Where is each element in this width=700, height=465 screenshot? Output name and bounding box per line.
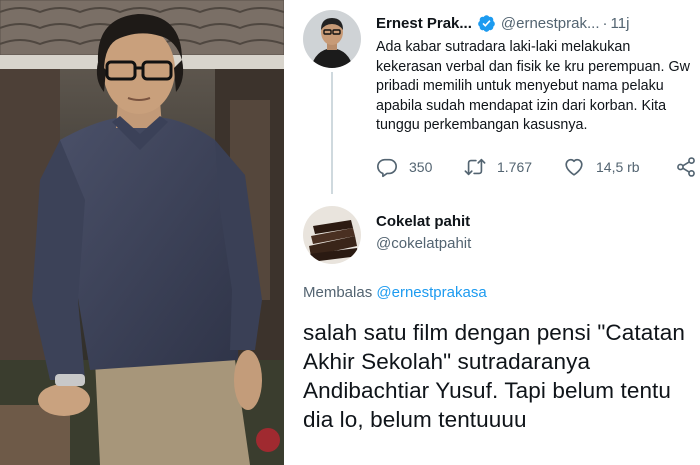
reply-author-name[interactable]: Cokelat pahit	[376, 213, 470, 230]
reply-text: salah satu film dengan pensi "Catatan Ak…	[303, 320, 685, 432]
reply-count: 350	[409, 159, 433, 175]
tweet-actions: 350 1.767 14,5 rb	[376, 155, 696, 179]
thread-connector-line	[331, 72, 333, 194]
reply-author-handle[interactable]: @cokelatpahit	[376, 235, 471, 252]
replying-prefix: Membalas	[303, 284, 373, 301]
man-portrait-photo	[0, 0, 284, 465]
replying-mention-link[interactable]: @ernestprakasa	[376, 284, 486, 301]
author-handle[interactable]: @ernestprak...	[501, 15, 600, 32]
author-name[interactable]: Ernest Prak...	[376, 15, 472, 32]
tweet-header: Ernest Prak... @ernestprak... · 11j	[376, 12, 696, 34]
cokelat-avatar[interactable]	[303, 206, 361, 264]
like-count: 14,5 rb	[596, 159, 640, 175]
share-icon	[677, 157, 695, 177]
tweet-text: Ada kabar sutradara laki-laki melakukan …	[376, 39, 690, 134]
like-button[interactable]: 14,5 rb	[563, 155, 640, 179]
tweet-time[interactable]: 11j	[611, 15, 630, 32]
share-button[interactable]	[675, 155, 697, 179]
retweet-icon	[464, 158, 486, 176]
ernest-avatar[interactable]	[303, 10, 361, 68]
reply-button[interactable]: 350	[376, 155, 432, 179]
meta-separator: ·	[602, 14, 608, 32]
replying-to: Membalas @ernestprakasa	[303, 284, 487, 301]
verified-badge-icon	[477, 14, 496, 33]
tweet-thread-panel: Ernest Prak... @ernestprak... · 11j Ada …	[286, 0, 700, 465]
retweet-count: 1.767	[497, 159, 533, 175]
retweet-button[interactable]: 1.767	[464, 155, 532, 179]
like-icon	[565, 158, 583, 176]
reply-icon	[377, 158, 397, 178]
